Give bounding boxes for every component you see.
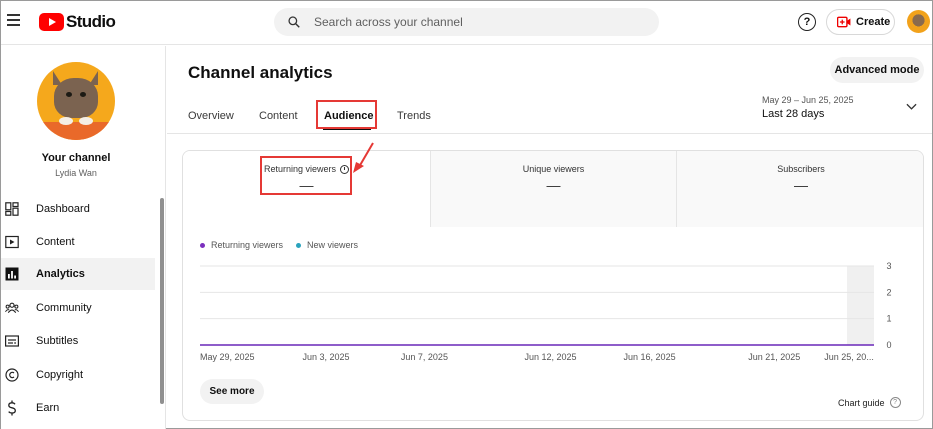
- create-button[interactable]: Create: [826, 9, 895, 35]
- search-input[interactable]: [314, 15, 634, 29]
- sidebar-item-label: Subtitles: [36, 335, 79, 347]
- help-icon[interactable]: ?: [798, 13, 816, 31]
- dashboard-icon: [5, 202, 19, 216]
- annotation-arrow: [353, 142, 374, 173]
- subtitles-icon: [5, 334, 19, 348]
- tabs-divider: [167, 133, 932, 134]
- legend-item-returning[interactable]: Returning viewers: [200, 240, 283, 250]
- advanced-mode-button[interactable]: Advanced mode: [830, 57, 924, 83]
- sidebar-item-earn[interactable]: Earn: [1, 392, 155, 424]
- sidebar-item-subtitles[interactable]: Subtitles: [1, 325, 155, 357]
- sidebar-item-content[interactable]: Content: [1, 226, 155, 258]
- see-more-button[interactable]: See more: [200, 379, 264, 404]
- legend-item-new[interactable]: New viewers: [296, 240, 358, 250]
- cat-paw: [79, 117, 93, 125]
- metric-unique-viewers[interactable]: Unique viewers —: [430, 151, 676, 227]
- metric-value: —: [794, 177, 808, 193]
- channel-avatar[interactable]: [37, 62, 115, 140]
- metric-label: Unique viewers: [522, 164, 585, 174]
- sidebar-item-label: Content: [36, 236, 75, 248]
- sidebar-item-dashboard[interactable]: Dashboard: [1, 193, 155, 225]
- metric-label: Subscribers: [777, 164, 825, 174]
- create-video-icon: [837, 16, 851, 28]
- create-label: Create: [856, 16, 891, 28]
- date-range-text: May 29 – Jun 25, 2025: [762, 95, 854, 105]
- sidebar-item-label: Earn: [36, 402, 60, 414]
- youtube-play-icon: [39, 13, 64, 31]
- earn-icon: [5, 400, 19, 416]
- sidebar-item-label: Copyright: [36, 369, 84, 381]
- legend-dot-returning: [200, 242, 205, 248]
- metric-subscribers[interactable]: Subscribers —: [676, 151, 923, 227]
- channel-owner-name: Lydia Wan: [55, 168, 97, 178]
- returning-viewers-highlight: [260, 156, 352, 195]
- sidebar-item-community[interactable]: Community: [1, 292, 155, 324]
- cat-eye: [66, 92, 72, 97]
- tab-overview[interactable]: Overview: [188, 110, 234, 122]
- metric-value: —: [546, 177, 561, 193]
- tab-content[interactable]: Content: [259, 110, 298, 122]
- sidebar-item-copyright[interactable]: Copyright: [1, 359, 155, 391]
- tab-trends[interactable]: Trends: [397, 110, 431, 122]
- sidebar: Your channel Lydia Wan Dashboard Content…: [1, 46, 166, 429]
- sidebar-item-label: Analytics: [36, 268, 85, 280]
- studio-logo[interactable]: Studio: [39, 12, 116, 32]
- search-bar[interactable]: [274, 8, 659, 36]
- cat-eye: [80, 92, 86, 97]
- sidebar-item-label: Dashboard: [36, 203, 90, 215]
- cat-table: [37, 122, 115, 140]
- sidebar-item-label: Community: [36, 302, 92, 314]
- page-title: Channel analytics: [188, 63, 333, 82]
- legend-label: New viewers: [307, 240, 359, 250]
- search-icon: [288, 16, 300, 28]
- cat-paw: [59, 117, 73, 125]
- audience-tab-highlight: [316, 100, 377, 129]
- channel-title: Your channel: [41, 152, 111, 164]
- logo-text: Studio: [66, 12, 116, 31]
- analytics-icon: [5, 267, 19, 281]
- menu-icon[interactable]: [7, 14, 21, 28]
- sidebar-item-analytics[interactable]: Analytics: [1, 258, 155, 290]
- copyright-icon: [5, 368, 19, 382]
- content-icon: [5, 235, 19, 249]
- top-header: Studio ? Create: [1, 1, 932, 45]
- chevron-down-icon[interactable]: [906, 103, 917, 111]
- chart-guide-label: Chart guide: [838, 397, 885, 408]
- chart-guide-link[interactable]: Chart guide ?: [838, 397, 901, 408]
- help-circle-icon: ?: [889, 397, 901, 408]
- sidebar-scrollbar[interactable]: [160, 198, 164, 404]
- cat-head: [54, 78, 98, 118]
- legend-dot-new: [296, 242, 301, 248]
- date-period-label[interactable]: Last 28 days: [762, 108, 824, 120]
- legend-label: Returning viewers: [211, 240, 284, 250]
- account-avatar[interactable]: [907, 10, 930, 33]
- community-icon: [5, 301, 19, 315]
